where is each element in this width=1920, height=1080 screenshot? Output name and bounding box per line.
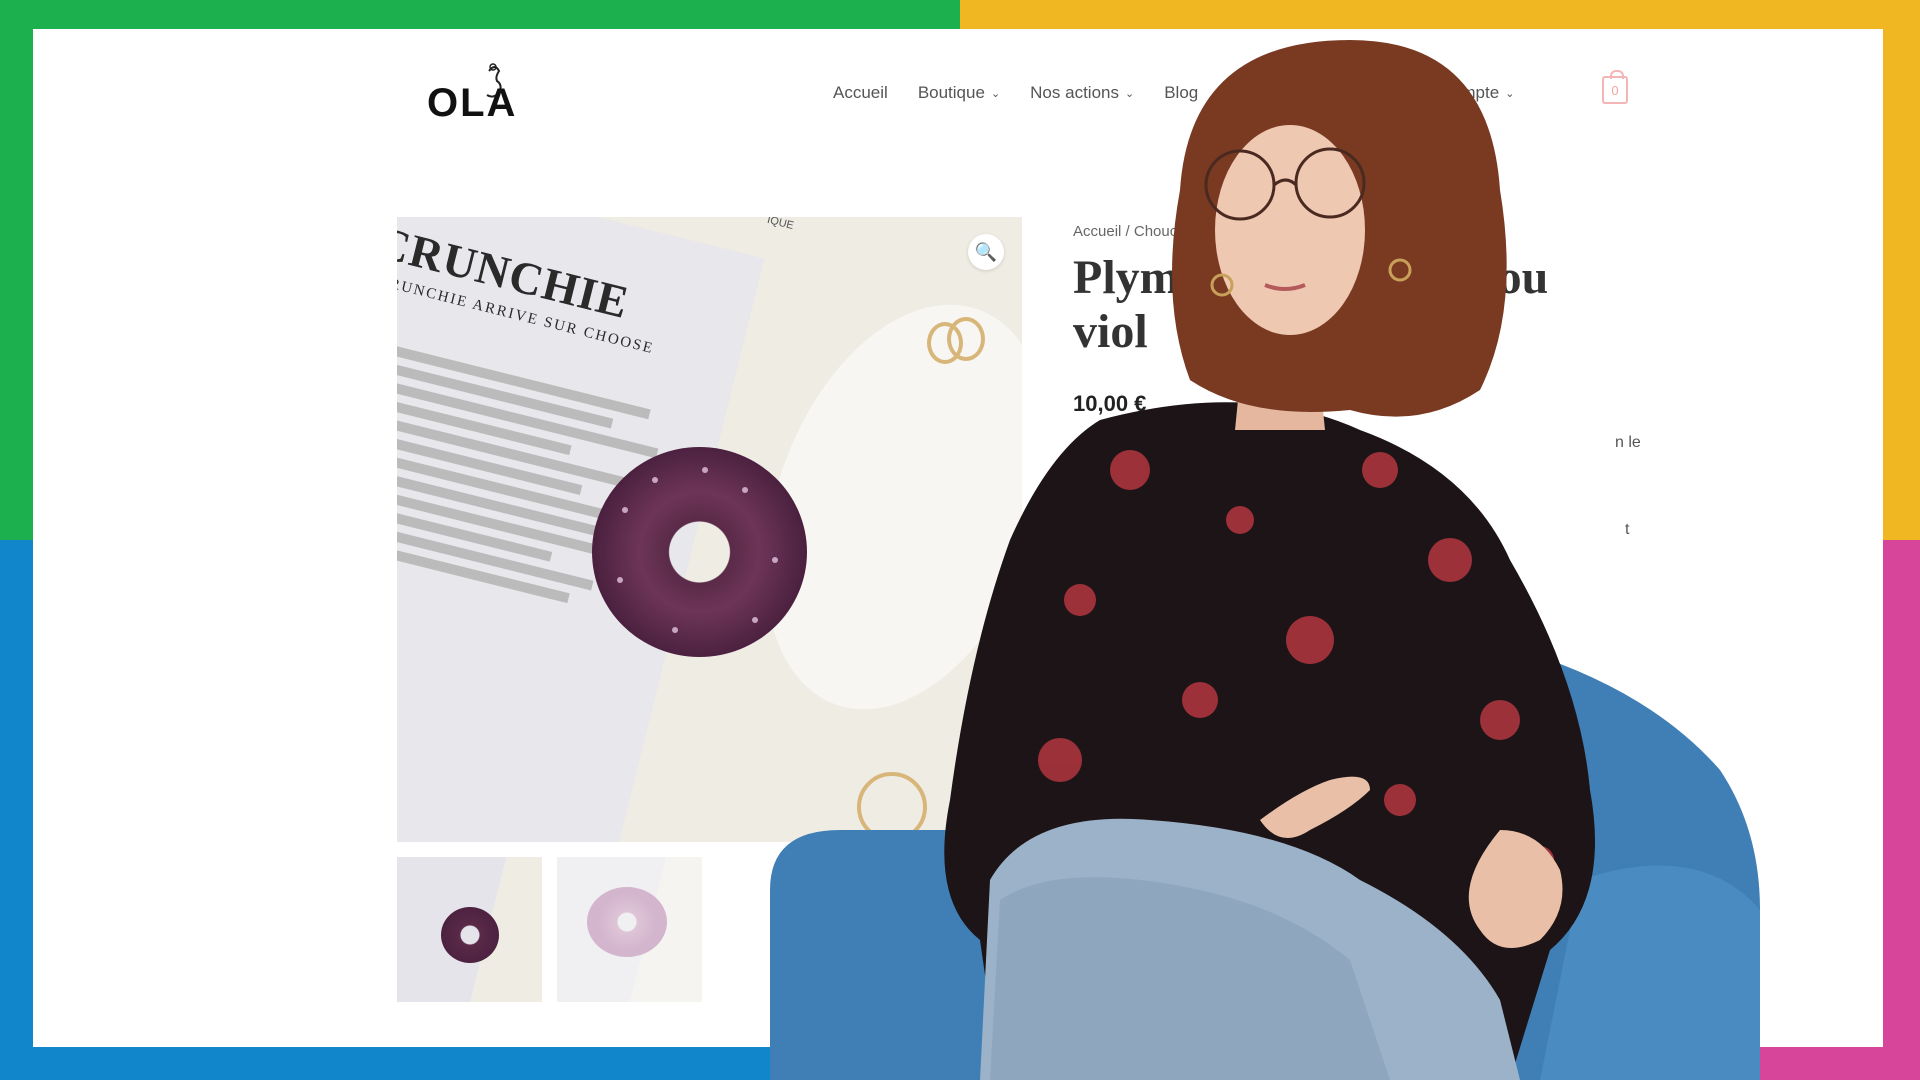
nav-label: Nos actions [1030, 83, 1119, 102]
paper-corner-text: IQUE [765, 217, 795, 233]
website-panel: OLA Accueil Boutique ⌄ Nos actions ⌄ Blog … [33, 29, 1883, 1047]
thumb-scrunchie [587, 887, 667, 957]
product-main-image[interactable]: CRUNCHIE SCRUNCHIE ARRIVE SUR CHOOSE IQU… [397, 217, 1022, 842]
breadcrumb-text[interactable]: Accueil / Chouchou [1073, 223, 1202, 240]
product-price: 10,00 € [1073, 391, 1147, 416]
flower-dot [622, 507, 628, 513]
title-part: chou [1449, 251, 1549, 304]
product-thumbnail[interactable] [397, 857, 542, 1002]
nav-item-accueil[interactable]: Accueil [833, 83, 888, 103]
nav-label: tact [1348, 83, 1376, 102]
description-fragment: n le [1615, 434, 1641, 451]
flower-dot [742, 487, 748, 493]
nav-item-blog[interactable]: Blog [1164, 83, 1198, 103]
ring [947, 317, 985, 361]
logo-text[interactable]: OLA [427, 81, 517, 126]
nav-item-boutique[interactable]: Boutique ⌄ [918, 83, 1000, 103]
product-thumbnail[interactable] [557, 857, 702, 1002]
breadcrumb: Accueil / Chouchou leurs [1073, 223, 1491, 240]
product-title: Plym chou viol [1073, 251, 1633, 359]
description-fragment: t [1625, 521, 1630, 538]
flower-dot [672, 627, 678, 633]
nav-label: Accueil [833, 83, 888, 102]
title-part: viol [1073, 305, 1148, 358]
chevron-down-icon: ⌄ [990, 87, 1001, 100]
shopping-bag-icon[interactable]: 0 [1602, 70, 1628, 104]
nav-item-contact[interactable]: tact [1348, 83, 1375, 103]
magnifier-icon[interactable]: 🔍 [968, 234, 1004, 270]
chevron-down-icon: ⌄ [1124, 87, 1135, 100]
flower-dot [702, 467, 708, 473]
scrunchie [592, 447, 807, 657]
flower-dot [652, 477, 658, 483]
thumb-scrunchie [441, 907, 499, 963]
zoom-glyph: 🔍 [974, 241, 998, 262]
nav-label: Mon compte [1405, 83, 1500, 102]
nav-label: Blog [1164, 83, 1199, 102]
flower-dot [617, 577, 623, 583]
breadcrumb-tail[interactable]: leurs [1458, 223, 1491, 240]
chevron-down-icon: ⌄ [1505, 87, 1515, 100]
title-part: Plym [1073, 251, 1180, 304]
nav-item-mon-compte[interactable]: Mon compte ⌄ [1406, 83, 1515, 103]
cart-count: 0 [1611, 82, 1619, 98]
bracelet [857, 772, 927, 842]
nav-item-nos-actions[interactable]: Nos actions ⌄ [1030, 83, 1134, 103]
flower-dot [752, 617, 758, 623]
main-nav: Accueil Boutique ⌄ Nos actions ⌄ Blog tact… [833, 83, 1544, 103]
flower-dot [772, 557, 778, 563]
nav-label: Boutique [917, 83, 985, 102]
